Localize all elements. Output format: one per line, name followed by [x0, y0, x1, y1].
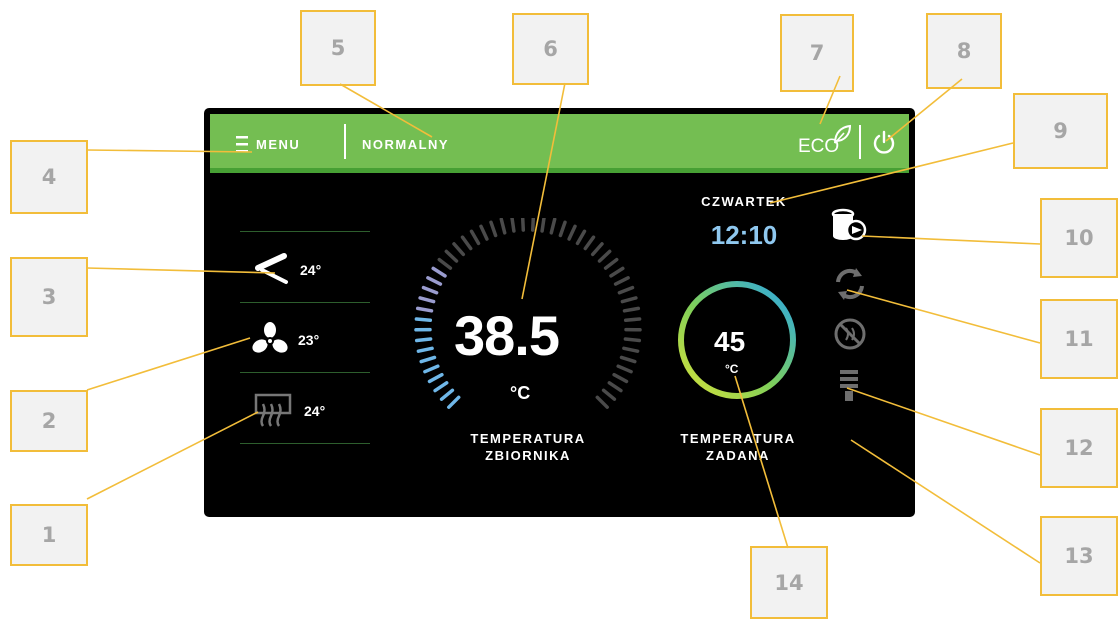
callout-12: 12 [1040, 408, 1118, 488]
tank-pump-icon [831, 208, 867, 241]
valve-icon [255, 253, 288, 284]
fan-icon [252, 322, 288, 353]
tank-temp-label: TEMPERATURA ZBIORNIKA [428, 430, 628, 464]
gauge-tick [612, 372, 629, 384]
gauge-tick [414, 317, 433, 322]
set-temp-unit: °C [725, 362, 739, 376]
gauge-tick [622, 346, 640, 353]
gauge-tick [601, 388, 617, 401]
day-label: CZWARTEK [701, 194, 787, 209]
gauge-tick [597, 249, 612, 263]
callout-9: 9 [1013, 93, 1108, 169]
callout-6: 6 [512, 13, 589, 85]
callout-13: 13 [1040, 516, 1118, 596]
gauge-tick [510, 218, 516, 233]
left-divider-4 [240, 443, 370, 444]
gauge-tick [558, 220, 567, 238]
left-divider-2 [240, 302, 370, 303]
gauge-tick [616, 364, 633, 374]
gauge-tick [613, 276, 630, 286]
gauge-tick [452, 242, 466, 257]
gauge-tick [415, 306, 434, 313]
set-label-line1: TEMPERATURA [680, 431, 796, 446]
gauge-tick [567, 224, 577, 241]
left-divider-3 [240, 372, 370, 373]
gauge-tick [609, 266, 625, 278]
mode-label[interactable]: NORMALNY [362, 137, 449, 152]
disabled-icon [834, 318, 866, 350]
gauge-tick [421, 285, 439, 295]
callout-8: 8 [926, 13, 1002, 89]
gauge-tick [603, 257, 619, 270]
gauge-tick [427, 372, 444, 384]
controller-screen: MENU NORMALNY ECO 24° 23° 24° 38.5 °C TE… [204, 108, 915, 517]
gauge-tick [540, 218, 546, 233]
gauge-tick [416, 346, 434, 353]
gauge-tick [549, 218, 557, 235]
top-bar: MENU NORMALNY ECO [210, 114, 909, 173]
set-temp-label: TEMPERATURA ZADANA [638, 430, 838, 464]
valve-temp: 24° [300, 262, 322, 278]
eco-leaf-icon [834, 124, 852, 144]
gauge-tick [431, 266, 447, 278]
gauge-tick [414, 337, 433, 343]
topbar-divider-2 [859, 125, 861, 159]
gauge-tick [479, 224, 489, 241]
gauge-tick [619, 355, 637, 364]
topbar-divider [344, 124, 346, 159]
gauge-tick [623, 337, 642, 343]
gauge-tick [595, 395, 609, 409]
gauge-tick [620, 296, 638, 304]
gauge-tick [530, 218, 536, 232]
tank-label-line2: ZBIORNIKA [485, 448, 571, 463]
callout-4: 4 [10, 140, 88, 214]
gauge-tick [447, 395, 461, 409]
callout-1: 1 [10, 504, 88, 566]
tank-temp-unit: °C [510, 383, 531, 403]
gauge-tick [437, 257, 453, 270]
menu-icon [236, 136, 248, 153]
set-label-line2: ZADANA [706, 448, 770, 463]
gauge-tick [439, 388, 455, 401]
time-label: 12:10 [710, 220, 778, 250]
callout-11: 11 [1040, 299, 1118, 379]
gauge-tick [423, 364, 440, 374]
gauge-tick [426, 276, 443, 286]
menu-button[interactable]: MENU [236, 131, 336, 157]
callout-7: 7 [780, 14, 854, 92]
tank-temp-value: 38.5 [454, 304, 560, 367]
circulation-icon [836, 268, 864, 300]
gauge-tick [583, 235, 596, 251]
callout-2: 2 [10, 390, 88, 452]
gauge-tick [444, 249, 459, 263]
callout-14: 14 [750, 546, 828, 619]
gauge-tick [469, 229, 481, 246]
gauge-tick [623, 317, 642, 322]
eco-button[interactable]: ECO [798, 124, 858, 164]
tank-label-line1: TEMPERATURA [470, 431, 586, 446]
gauge-tick [419, 355, 437, 364]
gauge-tick [590, 242, 604, 257]
menu-label: MENU [256, 137, 301, 152]
gauge-tick [520, 218, 526, 232]
hot-water-icon [840, 370, 858, 401]
left-divider-1 [240, 231, 370, 232]
gauge-tick [607, 381, 623, 393]
set-temp-value: 45 [714, 326, 746, 357]
gauge-tick [433, 381, 449, 393]
gauge-tick [622, 306, 641, 313]
callout-3: 3 [10, 257, 88, 337]
gauge-tick [617, 285, 635, 295]
heater-icon [254, 393, 292, 427]
fan-temp: 23° [298, 332, 320, 348]
gauge-tick [499, 218, 507, 235]
heater-temp: 24° [304, 403, 326, 419]
callout-10: 10 [1040, 198, 1118, 278]
gauge-tick [460, 235, 473, 251]
callout-5: 5 [300, 10, 376, 86]
gauge-tick [489, 220, 498, 238]
gauge-tick [575, 229, 587, 246]
power-icon[interactable] [871, 130, 897, 156]
gauge-tick [418, 296, 436, 304]
